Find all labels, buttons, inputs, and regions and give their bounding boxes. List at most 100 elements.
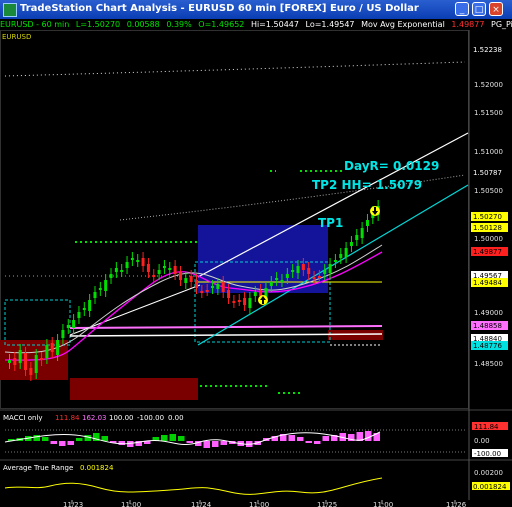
candle-body: [291, 270, 295, 272]
candle-body: [24, 353, 28, 370]
info-indicator[interactable]: Mov Avg Exponential: [361, 20, 445, 29]
candle-body: [98, 288, 102, 290]
macci-bar: [42, 437, 49, 441]
candle-body: [360, 228, 364, 238]
candle-body: [88, 300, 92, 311]
candle-body: [93, 292, 97, 298]
macci-axis-label-1: 111.84: [474, 423, 499, 431]
atr-axis-label-2: 0.001824: [473, 483, 507, 491]
info-symbol: EURUSD - 60 min: [0, 20, 70, 29]
candle-body: [221, 282, 225, 292]
macci-value-3: 100.00: [109, 414, 134, 422]
candle-body: [120, 270, 124, 272]
candle-body: [109, 274, 113, 278]
macci-bar: [365, 431, 372, 441]
macci-histogram: [8, 431, 380, 448]
info-indicator-value: 1.49877: [451, 20, 485, 29]
down-arrow-signal-icon: [370, 206, 380, 216]
price-tag-label: 1.49877: [473, 248, 502, 256]
trendline-white[interactable]: [197, 132, 469, 278]
atr-label: Average True Range: [3, 464, 73, 472]
price-axis-label: 1.50500: [474, 187, 503, 195]
chart-window: TradeStation Chart Analysis - EURUSD 60 …: [0, 0, 512, 507]
price-tag-label: 1.50270: [473, 213, 502, 221]
candle-body: [141, 258, 145, 266]
price-tag-label: 1.50787: [473, 169, 502, 177]
candle-body: [344, 248, 348, 257]
title-bar[interactable]: TradeStation Chart Analysis - EURUSD 60 …: [0, 0, 512, 19]
candle-body: [259, 290, 263, 296]
price-axis-label: 1.51500: [474, 109, 503, 117]
window-title: TradeStation Chart Analysis - EURUSD 60 …: [20, 3, 419, 14]
pivot-line-magenta: [69, 325, 383, 329]
candle-body: [29, 368, 33, 375]
time-axis-label: 11/24: [191, 501, 212, 507]
day-range-label: DayR= 0.0129: [344, 159, 439, 173]
candle-body: [349, 242, 353, 246]
candle-body: [205, 290, 209, 292]
candle-body: [82, 308, 86, 310]
candle-body: [77, 312, 81, 318]
macci-axis-label-2: 0.00: [474, 437, 490, 445]
macci-bar: [314, 441, 321, 444]
candle-body: [248, 298, 252, 308]
candle-body: [296, 266, 300, 273]
candle-body: [355, 235, 359, 240]
candle-body: [125, 262, 129, 268]
info-pct: 0.39%: [166, 20, 192, 29]
candle-body: [216, 284, 220, 289]
candle-body: [178, 272, 182, 280]
candle-body: [269, 282, 273, 286]
macci-bar: [118, 441, 125, 445]
time-axis-label: 11:00: [121, 501, 141, 507]
candle-body: [162, 266, 166, 268]
cyan-range-box-1: [4, 299, 71, 346]
macci-bar: [297, 437, 304, 441]
candle-body: [333, 260, 337, 262]
candle-body: [146, 264, 150, 272]
candle-body: [72, 320, 76, 328]
macci-bar: [322, 436, 329, 441]
info-change: 0.00588: [126, 20, 160, 29]
candle-body: [34, 355, 38, 373]
time-axis-label: 11/26: [446, 501, 467, 507]
candle-body: [168, 268, 172, 270]
close-button[interactable]: ×: [489, 2, 503, 16]
time-axis-label: 11:00: [373, 501, 393, 507]
price-symbol-label: EURUSD: [2, 33, 31, 41]
candle-body: [157, 270, 161, 274]
price-tag-label: 1.48776: [473, 342, 502, 350]
maximize-button[interactable]: □: [472, 2, 486, 16]
price-tag-label: 1.50128: [473, 224, 502, 232]
chart-area[interactable]: EURUSD DayR= 0.0129 TP2 HH= 1.5079 TP1 1…: [0, 30, 512, 507]
macci-bar: [67, 441, 74, 445]
candle-body: [227, 290, 231, 298]
info-last: L=1.50270: [75, 20, 121, 29]
atr-value: 0.001824: [80, 464, 114, 472]
price-axis-label: 1.48500: [474, 360, 503, 368]
candle-body: [339, 254, 343, 258]
candle-body: [307, 268, 311, 274]
info-open: O=1.49652: [198, 20, 245, 29]
macci-bar: [203, 441, 210, 448]
tp1-label: TP1: [318, 216, 343, 230]
time-axis-label: 11/23: [63, 501, 83, 507]
time-axis[interactable]: 11/23 11:00 11/24 11:00 11/25 11:00 11/26: [63, 500, 467, 507]
candle-body: [317, 276, 321, 278]
macci-value-5: 0.00: [168, 414, 184, 422]
up-arrow-signal-icon: [258, 295, 268, 305]
macci-bar: [161, 435, 168, 441]
info-pivot[interactable]: PG_Pivo: [491, 20, 512, 29]
candle-body: [243, 298, 247, 305]
candle-body: [237, 300, 241, 302]
candle-body: [130, 258, 134, 260]
price-axis[interactable]: 1.52238 1.52000 1.51500 1.51000 1.50787 1.505…: [474, 46, 503, 368]
atr-line: [4, 477, 383, 495]
candle-body: [275, 278, 279, 280]
candle-body: [18, 350, 22, 363]
candle-body: [232, 301, 236, 303]
macci-bar: [212, 441, 219, 447]
minimize-button[interactable]: _: [455, 2, 469, 16]
candle-body: [8, 360, 11, 363]
macci-value-2: 162.03: [82, 414, 107, 422]
